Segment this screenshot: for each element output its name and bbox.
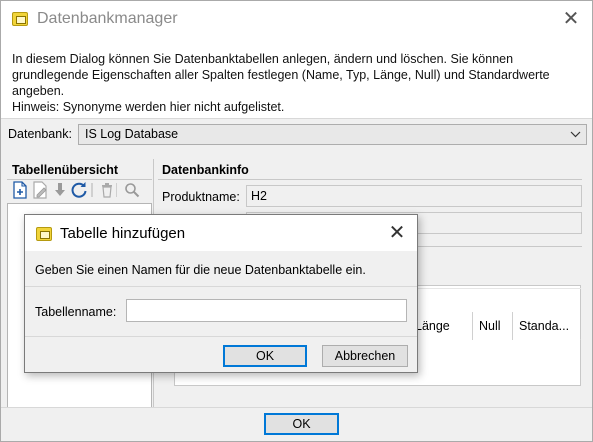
window-titlebar: Datenbankmanager ✕ bbox=[1, 1, 592, 37]
database-select[interactable]: IS Log Database bbox=[78, 124, 587, 145]
info-hint: Hinweis: Synonyme werden hier nicht aufg… bbox=[12, 100, 285, 114]
dialog-titlebar: Tabelle hinzufügen ✕ bbox=[25, 215, 417, 251]
column-header-null[interactable]: Null bbox=[472, 312, 512, 340]
database-label: Datenbank: bbox=[8, 127, 72, 141]
app-icon bbox=[12, 12, 28, 26]
footer-bar: OK bbox=[1, 407, 592, 441]
window-close-icon[interactable]: ✕ bbox=[559, 7, 583, 31]
divider bbox=[158, 179, 582, 180]
column-header-default[interactable]: Standa... bbox=[512, 312, 580, 340]
edit-table-icon[interactable] bbox=[31, 181, 49, 199]
toolbar-divider bbox=[116, 183, 117, 197]
search-icon[interactable] bbox=[123, 181, 141, 199]
database-selected-value: IS Log Database bbox=[85, 127, 179, 141]
table-name-input[interactable] bbox=[126, 299, 407, 322]
new-table-icon[interactable] bbox=[11, 181, 29, 199]
table-overview-title: Tabellenübersicht bbox=[12, 163, 119, 177]
info-text: In diesem Dialog können Sie Datenbanktab… bbox=[12, 51, 582, 115]
table-name-label: Tabellenname: bbox=[35, 305, 117, 319]
info-panel: In diesem Dialog können Sie Datenbanktab… bbox=[1, 37, 592, 119]
import-icon[interactable] bbox=[51, 181, 69, 199]
dialog-title: Tabelle hinzufügen bbox=[60, 225, 186, 242]
ok-button[interactable]: OK bbox=[264, 413, 339, 435]
refresh-icon[interactable] bbox=[70, 181, 88, 199]
chevron-down-icon bbox=[570, 125, 581, 151]
dialog-app-icon bbox=[36, 227, 52, 241]
divider bbox=[25, 336, 417, 337]
toolbar-divider bbox=[91, 183, 93, 197]
window-title: Datenbankmanager bbox=[37, 10, 178, 27]
dialog-message: Geben Sie einen Namen für die neue Daten… bbox=[35, 263, 366, 277]
info-description: In diesem Dialog können Sie Datenbanktab… bbox=[12, 52, 550, 98]
add-table-dialog: Tabelle hinzufügen ✕ Geben Sie einen Nam… bbox=[24, 214, 418, 373]
dialog-close-icon[interactable]: ✕ bbox=[385, 221, 409, 245]
product-name-field: H2 bbox=[246, 185, 582, 207]
database-info-title: Datenbankinfo bbox=[162, 163, 249, 177]
delete-icon[interactable] bbox=[98, 181, 116, 199]
divider bbox=[7, 179, 152, 180]
dialog-cancel-button[interactable]: Abbrechen bbox=[322, 345, 408, 367]
dialog-message-panel: Geben Sie einen Namen für die neue Daten… bbox=[25, 251, 417, 287]
product-name-label: Produktname: bbox=[162, 190, 240, 204]
dialog-ok-button[interactable]: OK bbox=[223, 345, 307, 367]
